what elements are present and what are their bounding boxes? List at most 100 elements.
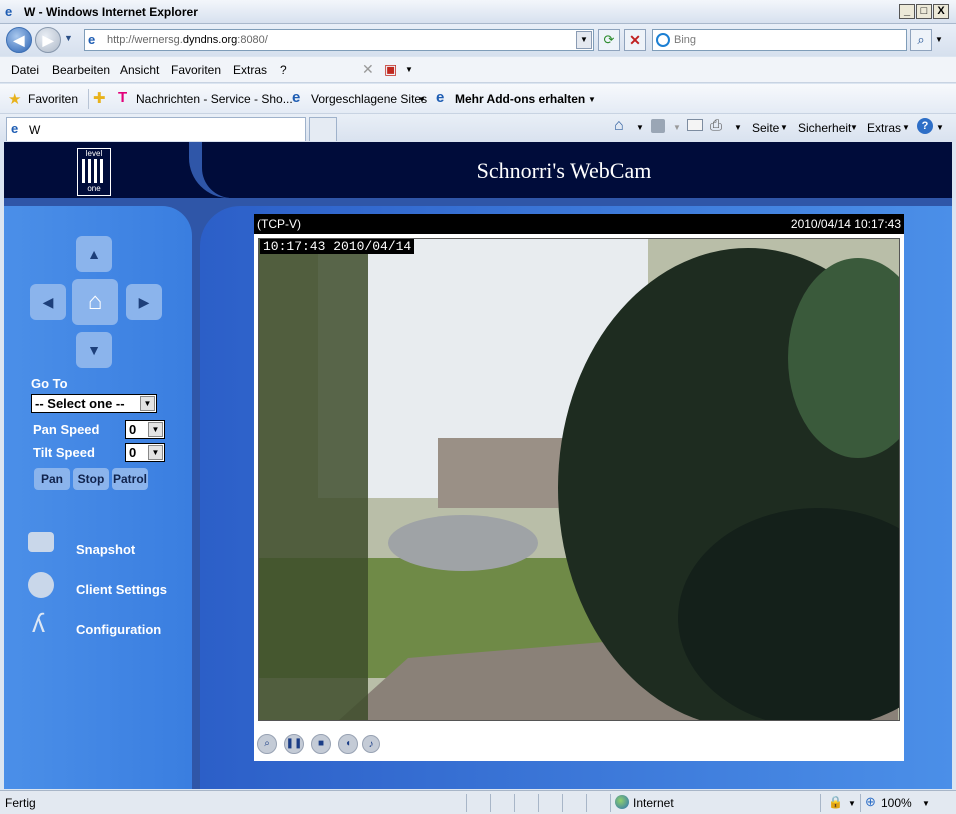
menu-help[interactable]: ? — [280, 63, 287, 77]
translate-icon[interactable]: ▣ — [384, 61, 397, 78]
print-icon[interactable]: ⎙ — [710, 117, 722, 134]
chevron-down-icon[interactable]: ▼ — [673, 123, 681, 132]
globe-icon — [615, 795, 629, 809]
star-icon: ★ — [8, 91, 22, 108]
ie-icon: e — [5, 4, 13, 19]
favorites-bar: ★ Favoriten ✚ T Nachrichten - Service - … — [0, 84, 956, 114]
goto-select[interactable]: -- Select one -- ▼ — [31, 394, 157, 413]
video-timestamp-overlay: 10:17:43 2010/04/14 — [260, 239, 415, 254]
ptz-left-button[interactable]: ◀ — [30, 284, 66, 320]
refresh-icon[interactable]: ⟳ — [598, 29, 620, 51]
cmd-sicherheit[interactable]: Sicherheit — [798, 121, 851, 135]
search-options-icon[interactable]: ▼ — [935, 35, 943, 44]
bing-icon — [656, 33, 670, 47]
search-icon[interactable]: ⌕ — [910, 29, 932, 51]
chevron-down-icon: ▼ — [148, 422, 163, 437]
back-button[interactable]: ◀ — [6, 27, 32, 53]
close-button[interactable]: X — [933, 4, 949, 19]
chevron-down-icon[interactable]: ▼ — [848, 799, 856, 808]
pause-icon[interactable]: ❚❚ — [284, 734, 304, 754]
ptz-sidebar: ▲ ◀ ⌂ ▶ ▼ Go To -- Select one -- ▼ Pan S… — [4, 206, 192, 789]
video-info-bar: (TCP-V) 2010/04/14 10:17:43 — [254, 214, 904, 234]
home-icon[interactable]: ⌂ — [614, 117, 624, 135]
zoom-icon[interactable]: ⊕ — [865, 794, 876, 810]
menu-bearbeiten[interactable]: Bearbeiten — [52, 63, 110, 77]
separator — [610, 794, 611, 812]
separator — [466, 794, 467, 812]
webcam-scene — [258, 238, 900, 721]
pan-speed-select[interactable]: 0 ▼ — [125, 420, 165, 439]
chevron-down-icon: ▼ — [148, 445, 163, 460]
tab-active[interactable]: e W — [6, 117, 306, 141]
chevron-down-icon[interactable]: ▼ — [902, 123, 910, 132]
video-stream[interactable]: 10:17:43 2010/04/14 — [258, 238, 900, 721]
maximize-button[interactable]: □ — [916, 4, 932, 19]
menu-datei[interactable]: Datei — [11, 63, 39, 77]
ptz-home-button[interactable]: ⌂ — [72, 279, 118, 325]
title-bar: e W - Windows Internet Explorer _ □ X — [0, 0, 956, 24]
history-dropdown-icon[interactable]: ▼ — [64, 33, 73, 43]
ie-icon: e — [292, 89, 301, 106]
fav-vorgeschlagene-sites[interactable]: Vorgeschlagene Sites — [311, 92, 427, 106]
ptz-up-button[interactable]: ▲ — [76, 236, 112, 272]
client-settings-icon — [28, 572, 54, 598]
stop-icon[interactable]: ✕ — [624, 29, 646, 51]
chevron-down-icon[interactable]: ▼ — [588, 95, 596, 104]
stop-button[interactable]: Stop — [73, 468, 109, 490]
menu-bar: Datei Bearbeiten Ansicht Favoriten Extra… — [0, 57, 956, 83]
minimize-button[interactable]: _ — [899, 4, 915, 19]
snapshot-link[interactable]: Snapshot — [76, 542, 135, 557]
fav-nachrichten[interactable]: Nachrichten - Service - Sho... — [136, 92, 293, 106]
chevron-down-icon[interactable]: ▼ — [936, 123, 944, 132]
tilt-speed-label: Tilt Speed — [33, 445, 95, 460]
talk-icon[interactable]: ◖ — [338, 734, 358, 754]
address-field[interactable]: e http://wernersg.dyndns.org:8080/ ▼ — [84, 29, 594, 51]
mail-icon[interactable] — [687, 119, 703, 131]
search-input[interactable]: Bing — [652, 29, 907, 51]
menu-favoriten[interactable]: Favoriten — [171, 63, 221, 77]
window-title: W - Windows Internet Explorer — [24, 5, 198, 19]
protected-mode-icon[interactable]: 🔒 — [828, 795, 843, 809]
fav-mehr-addons[interactable]: Mehr Add-ons erhalten — [455, 92, 585, 106]
page-header: level one Schnorri's WebCam — [4, 142, 952, 198]
chevron-down-icon[interactable]: ▼ — [922, 799, 930, 808]
ptz-down-button[interactable]: ▼ — [76, 332, 112, 368]
page-icon: e — [88, 32, 96, 47]
zoom-level[interactable]: 100% — [881, 796, 912, 810]
help-icon[interactable]: ? — [917, 118, 933, 134]
status-text: Fertig — [5, 796, 36, 810]
translate-dropdown-icon[interactable]: ▼ — [405, 65, 413, 74]
goto-label: Go To — [31, 376, 68, 391]
tilt-speed-select[interactable]: 0 ▼ — [125, 443, 165, 462]
telekom-icon: T — [118, 89, 128, 106]
menu-extras[interactable]: Extras — [233, 63, 267, 77]
configuration-link[interactable]: Configuration — [76, 622, 161, 637]
feeds-icon[interactable] — [651, 119, 665, 133]
favorites-button[interactable]: Favoriten — [28, 92, 78, 106]
patrol-button[interactable]: Patrol — [112, 468, 148, 490]
cmd-extras[interactable]: Extras — [867, 121, 901, 135]
chevron-down-icon[interactable]: ▼ — [850, 123, 858, 132]
pan-button[interactable]: Pan — [34, 468, 70, 490]
tab-title: W — [29, 123, 41, 137]
volume-icon[interactable]: ♪ — [362, 735, 380, 753]
chevron-down-icon[interactable]: ▼ — [418, 95, 426, 104]
video-datetime: 2010/04/14 10:17:43 — [790, 217, 901, 231]
cmd-seite[interactable]: Seite — [752, 121, 779, 135]
stop-video-icon[interactable]: ■ — [311, 734, 331, 754]
separator — [514, 794, 515, 812]
client-settings-link[interactable]: Client Settings — [76, 582, 167, 597]
ptz-right-button[interactable]: ▶ — [126, 284, 162, 320]
zoom-icon[interactable]: ⌕ — [257, 734, 277, 754]
close-toolbar-icon[interactable]: ✕ — [362, 61, 374, 78]
video-mode: (TCP-V) — [257, 217, 301, 231]
add-favorite-icon[interactable]: ✚ — [93, 89, 106, 107]
chevron-down-icon[interactable]: ▼ — [734, 123, 742, 132]
new-tab-button[interactable] — [309, 117, 337, 141]
chevron-down-icon[interactable]: ▼ — [636, 123, 644, 132]
menu-ansicht[interactable]: Ansicht — [120, 63, 159, 77]
address-dropdown-icon[interactable]: ▼ — [576, 31, 592, 49]
separator — [562, 794, 563, 812]
forward-button[interactable]: ▶ — [35, 27, 61, 53]
chevron-down-icon[interactable]: ▼ — [780, 123, 788, 132]
